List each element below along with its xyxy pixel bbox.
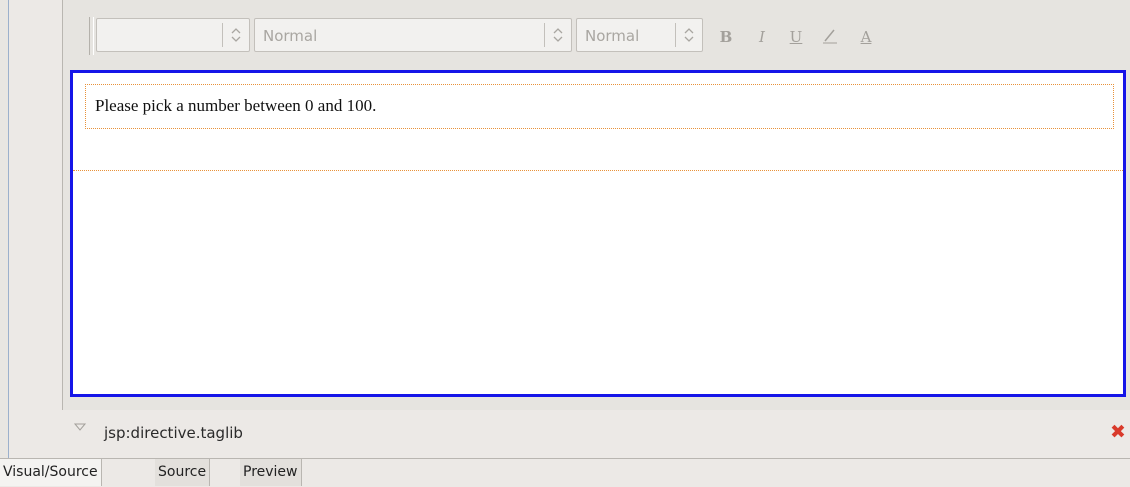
paragraph-style-combo[interactable]: Normal bbox=[254, 18, 572, 52]
visual-editor-frame: Normal Normal B I U A Please pick a numb… bbox=[62, 0, 1130, 410]
toolbar-separator bbox=[89, 17, 94, 55]
formatting-toolbar: Normal Normal B I U A bbox=[63, 0, 1130, 68]
editor-tab-bar: Visual/Source Source Preview bbox=[0, 458, 1130, 487]
highlight-color-button[interactable] bbox=[819, 26, 841, 48]
paragraph-style-value: Normal bbox=[263, 27, 318, 45]
bold-button[interactable]: B bbox=[715, 26, 737, 48]
spinner-arrows-icon[interactable] bbox=[675, 23, 702, 47]
element-path-label: jsp:directive.taglib bbox=[104, 424, 243, 442]
font-size-value: Normal bbox=[585, 27, 640, 45]
highlighter-icon bbox=[823, 29, 837, 44]
font-size-combo[interactable]: Normal bbox=[576, 18, 703, 52]
tab-preview[interactable]: Preview bbox=[240, 459, 302, 486]
font-family-combo[interactable] bbox=[96, 18, 250, 52]
collapse-triangle-icon[interactable] bbox=[73, 420, 87, 435]
element-status-bar: jsp:directive.taglib ✖ bbox=[62, 410, 1130, 456]
body-boundary-line bbox=[73, 170, 1123, 171]
design-canvas[interactable]: Please pick a number between 0 and 100. bbox=[70, 70, 1126, 397]
underline-button[interactable]: U bbox=[785, 26, 807, 48]
spinner-arrows-icon[interactable] bbox=[544, 23, 571, 47]
italic-button[interactable]: I bbox=[751, 26, 773, 48]
paragraph-element[interactable]: Please pick a number between 0 and 100. bbox=[85, 84, 1114, 129]
tab-source[interactable]: Source bbox=[155, 459, 211, 486]
tab-visual-source[interactable]: Visual/Source bbox=[0, 459, 102, 486]
paragraph-text: Please pick a number between 0 and 100. bbox=[95, 96, 377, 115]
left-border-strip bbox=[0, 0, 9, 458]
spinner-arrows-icon[interactable] bbox=[222, 23, 249, 47]
font-color-button[interactable]: A bbox=[855, 26, 877, 48]
close-icon[interactable]: ✖ bbox=[1108, 422, 1128, 442]
